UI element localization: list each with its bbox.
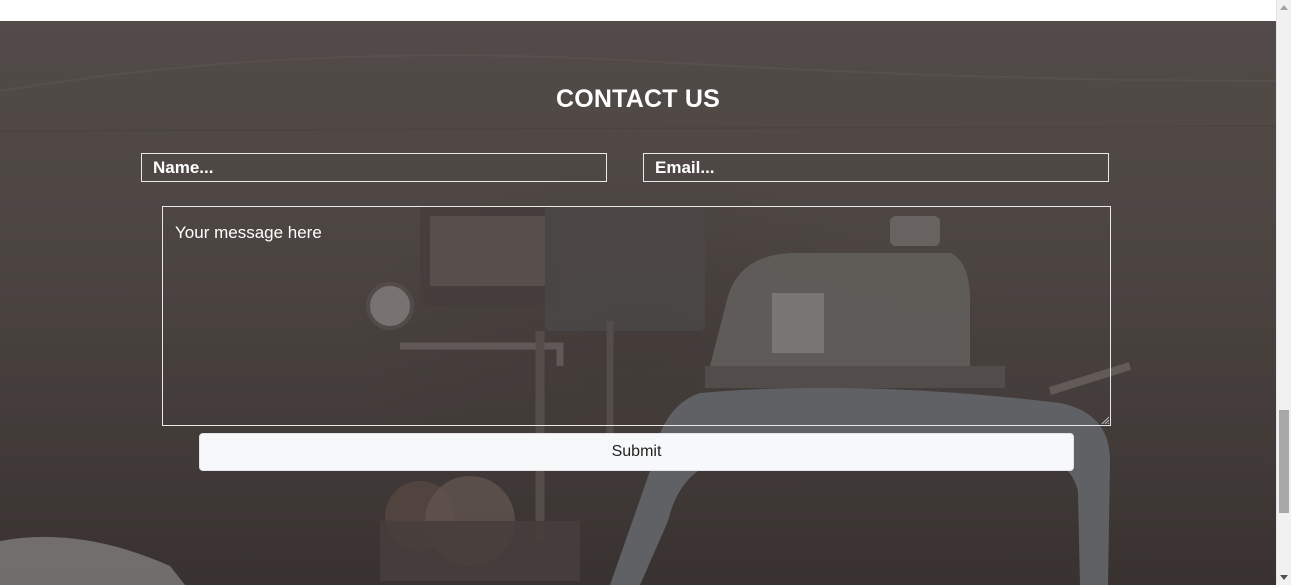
- contact-section: CONTACT US Name... Email... Your message…: [0, 21, 1276, 585]
- vertical-scrollbar[interactable]: [1276, 0, 1291, 585]
- section-title: CONTACT US: [555, 85, 721, 113]
- resize-grip-icon[interactable]: [1101, 416, 1109, 424]
- scrollbar-thumb[interactable]: [1279, 410, 1289, 513]
- name-input[interactable]: Name...: [141, 153, 607, 182]
- scroll-down-arrow-icon[interactable]: [1280, 575, 1288, 580]
- message-textarea[interactable]: Your message here: [162, 206, 1111, 426]
- submit-button[interactable]: Submit: [199, 433, 1074, 471]
- email-input[interactable]: Email...: [643, 153, 1109, 182]
- message-placeholder: Your message here: [175, 223, 322, 242]
- top-bar: [0, 0, 1276, 21]
- page: CONTACT US Name... Email... Your message…: [0, 0, 1291, 585]
- scroll-up-arrow-icon[interactable]: [1280, 5, 1288, 10]
